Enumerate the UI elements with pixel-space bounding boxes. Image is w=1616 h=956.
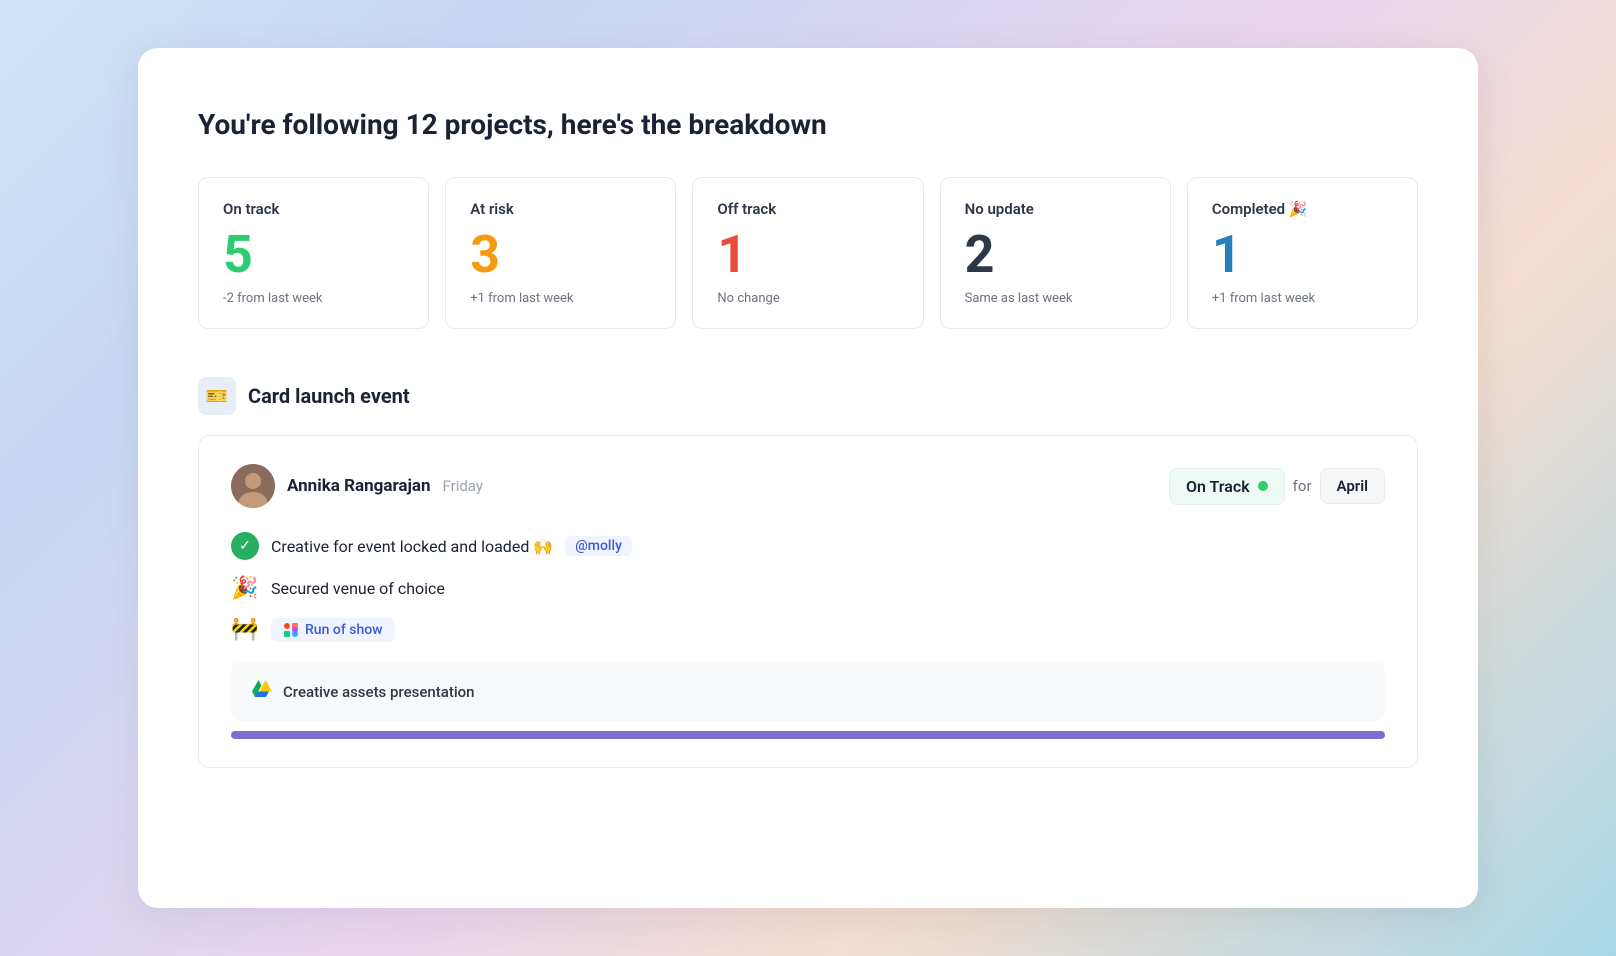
stat-card-off-track[interactable]: Off track 1 No change <box>692 177 923 329</box>
stat-card-no-update[interactable]: No update 2 Same as last week <box>940 177 1171 329</box>
for-label: for <box>1293 477 1312 495</box>
stat-number-no-update: 2 <box>965 226 1146 283</box>
stat-label-at-risk: At risk <box>470 200 651 218</box>
gdrive-icon <box>251 678 273 705</box>
run-of-show-link[interactable]: Run of show <box>271 618 395 642</box>
page-title: You're following 12 projects, here's the… <box>198 108 1418 141</box>
stat-card-completed[interactable]: Completed 🎉 1 +1 from last week <box>1187 177 1418 329</box>
project-icon: 🎫 <box>198 377 236 415</box>
status-badge: On Track <box>1169 468 1285 505</box>
stat-change-on-track: -2 from last week <box>223 291 404 306</box>
status-dot <box>1258 481 1268 491</box>
month-badge: April <box>1320 468 1385 504</box>
stat-label-completed: Completed 🎉 <box>1212 200 1393 218</box>
asset-label: Creative assets presentation <box>283 683 475 701</box>
author-info: Annika Rangarajan Friday <box>287 476 483 496</box>
update-header: Annika Rangarajan Friday On Track for Ap… <box>231 464 1385 508</box>
item-text-0: Creative for event locked and loaded 🙌 <box>271 537 553 556</box>
stat-label-no-update: No update <box>965 200 1146 218</box>
progress-bar <box>231 731 1385 739</box>
update-author: Annika Rangarajan Friday <box>231 464 483 508</box>
section-title: Card launch event <box>248 384 410 408</box>
stat-label-on-track: On track <box>223 200 404 218</box>
stats-row: On track 5 -2 from last week At risk 3 +… <box>198 177 1418 329</box>
check-icon: ✓ <box>231 532 259 560</box>
avatar <box>231 464 275 508</box>
construction-icon: 🚧 <box>231 617 259 642</box>
update-card: Annika Rangarajan Friday On Track for Ap… <box>198 435 1418 768</box>
stat-change-no-update: Same as last week <box>965 291 1146 306</box>
run-of-show-label: Run of show <box>305 622 383 638</box>
update-item-0: ✓ Creative for event locked and loaded 🙌… <box>231 532 1385 560</box>
update-item-2: 🚧 Run of show <box>231 617 1385 642</box>
item-text-1: Secured venue of choice <box>271 579 445 598</box>
status-text: On Track <box>1186 477 1250 496</box>
stat-change-at-risk: +1 from last week <box>470 291 651 306</box>
stat-change-off-track: No change <box>717 291 898 306</box>
status-badge-container: On Track for April <box>1169 468 1385 505</box>
author-name: Annika Rangarajan <box>287 476 431 496</box>
stat-card-on-track[interactable]: On track 5 -2 from last week <box>198 177 429 329</box>
stat-number-off-track: 1 <box>717 226 898 283</box>
party-icon: 🎉 <box>231 576 259 601</box>
update-item-1: 🎉 Secured venue of choice <box>231 576 1385 601</box>
figma-icon <box>283 622 299 638</box>
update-items: ✓ Creative for event locked and loaded 🙌… <box>231 532 1385 642</box>
stat-change-completed: +1 from last week <box>1212 291 1393 306</box>
stat-number-at-risk: 3 <box>470 226 651 283</box>
stat-number-completed: 1 <box>1212 226 1393 283</box>
author-date: Friday <box>443 477 483 495</box>
stat-number-on-track: 5 <box>223 226 404 283</box>
stat-label-off-track: Off track <box>717 200 898 218</box>
section-header: 🎫 Card launch event <box>198 377 1418 415</box>
stat-card-at-risk[interactable]: At risk 3 +1 from last week <box>445 177 676 329</box>
asset-row: Creative assets presentation <box>231 662 1385 721</box>
main-card: You're following 12 projects, here's the… <box>138 48 1478 908</box>
mention-molly[interactable]: @molly <box>565 536 632 556</box>
